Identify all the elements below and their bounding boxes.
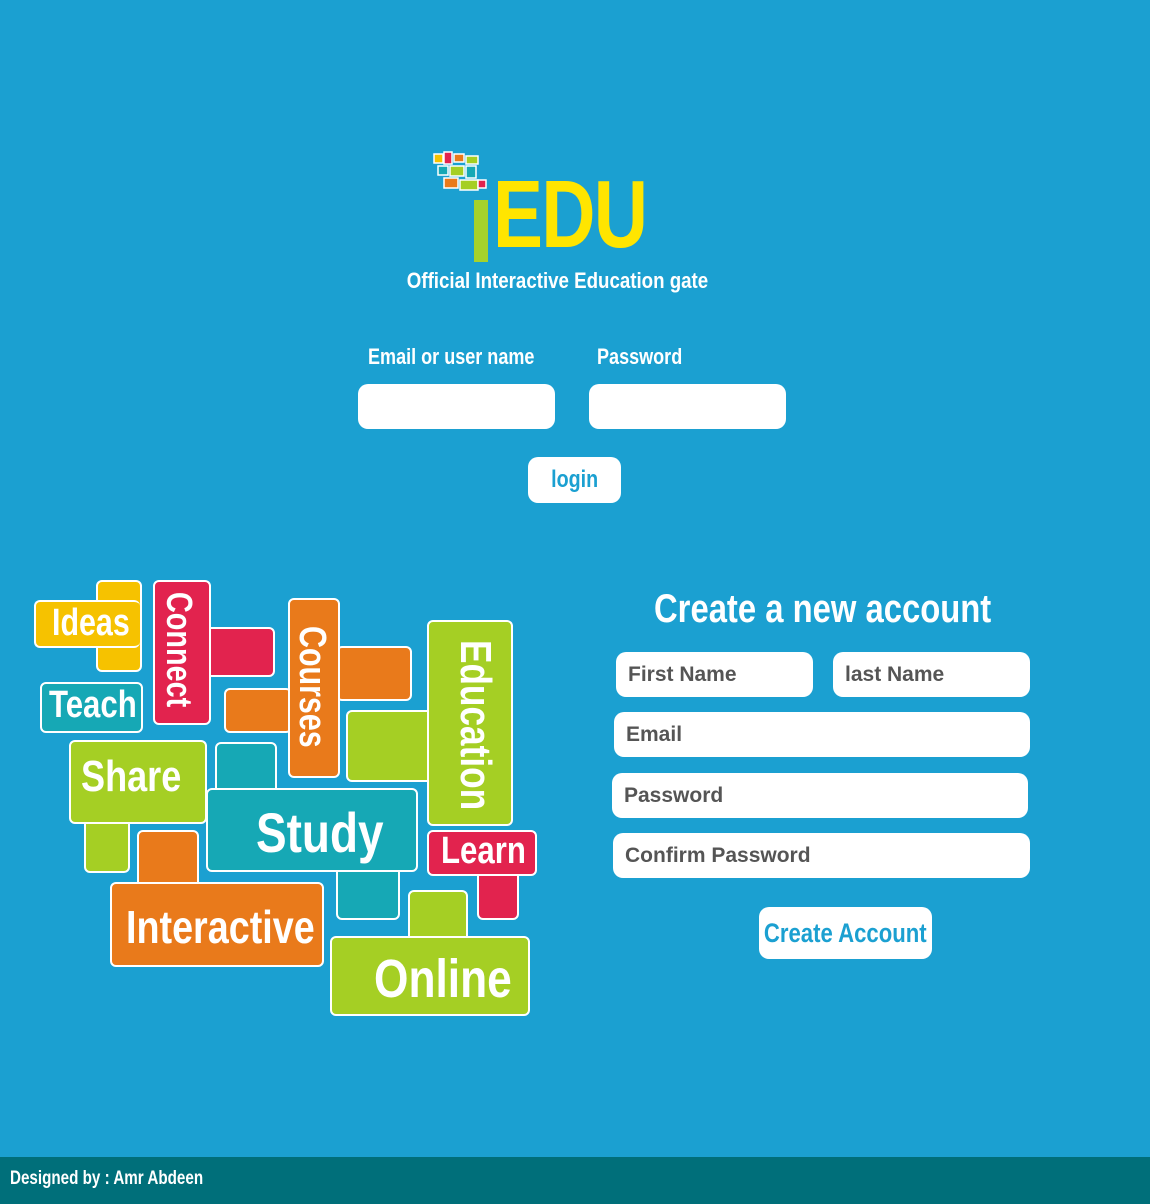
footer-credit: Designed by : Amr Abdeen [10,1168,204,1189]
last-name-input[interactable] [833,652,1030,697]
word-share: Share [81,752,182,801]
login-password-input[interactable] [589,384,786,429]
word-online: Online [374,949,512,1009]
tagline: Official Interactive Education gate [406,268,709,293]
word-education: Education [451,640,500,811]
register-title: Create a new account [654,587,992,631]
create-account-button-label: Create Account [764,917,927,948]
login-button[interactable]: login [528,457,621,503]
logo-text: EDU [493,161,648,268]
first-name-input[interactable] [616,652,813,697]
logo-i-letter [470,172,490,262]
login-password-label: Password [597,344,683,369]
word-interactive: Interactive [126,901,315,953]
word-ideas: Ideas [52,602,130,644]
word-learn: Learn [441,830,526,872]
login-email-input[interactable] [358,384,555,429]
confirm-password-input[interactable] [613,833,1030,878]
word-study: Study [256,801,384,864]
login-email-label: Email or user name [368,344,535,369]
register-password-input[interactable] [612,773,1028,818]
create-account-button[interactable]: Create Account [759,907,932,959]
word-courses: Courses [291,626,333,748]
word-teach: Teach [49,684,137,726]
register-email-input[interactable] [614,712,1030,757]
word-connect: Connect [159,592,200,708]
login-button-label: login [550,466,598,493]
